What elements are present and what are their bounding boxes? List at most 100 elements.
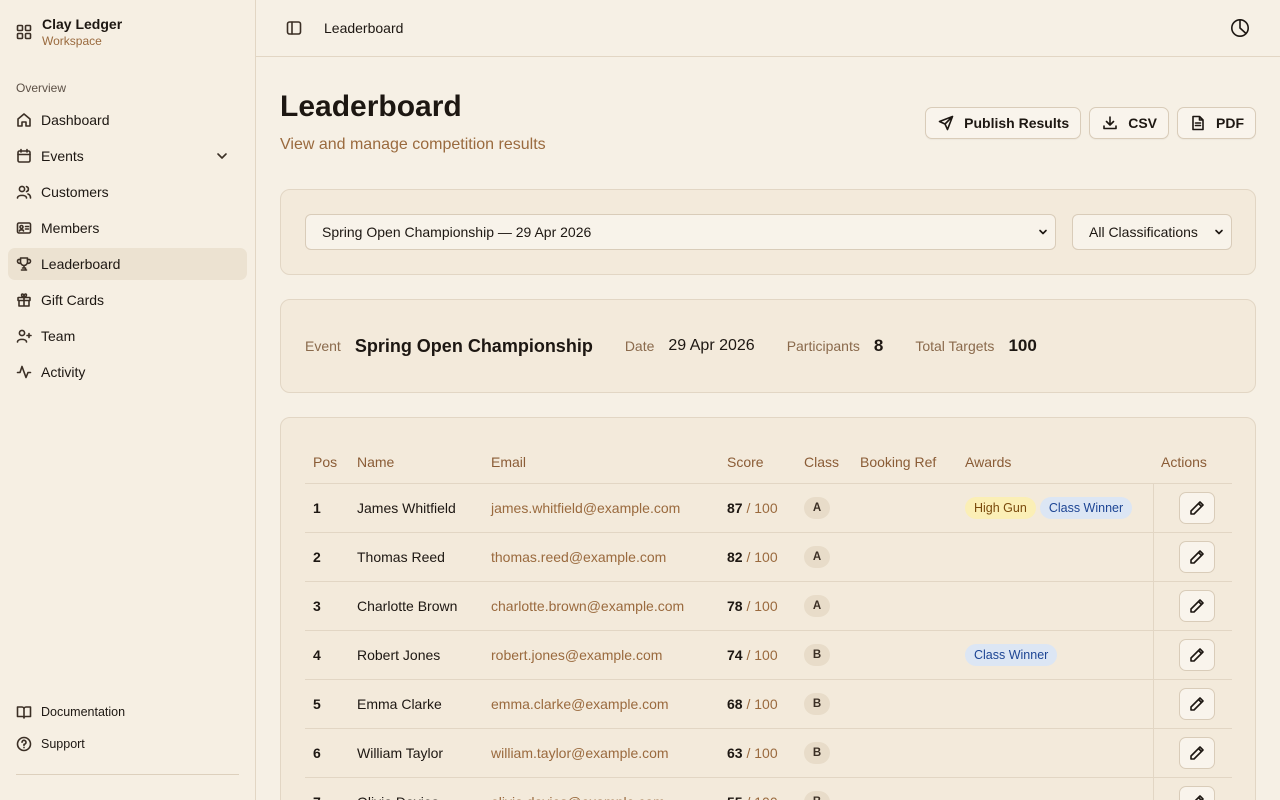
score-value: 82 [727, 548, 743, 565]
table-row[interactable]: 7Olivia Daviesolivia.davies@example.com5… [305, 776, 1232, 800]
id-card-icon [16, 220, 32, 236]
sidebar-item-gift-cards[interactable]: Gift Cards [8, 284, 247, 316]
edit-result-button[interactable] [1178, 785, 1215, 800]
actions-cell [1152, 580, 1232, 630]
publish-results-button[interactable]: Publish Results [925, 107, 1082, 139]
workspace-name: Workspace [42, 34, 102, 48]
event-date: 29 Apr 2026 [668, 337, 755, 354]
position-cell: 7 [305, 776, 349, 800]
activity-icon [16, 364, 32, 380]
awards-cell [957, 678, 1153, 728]
column-header-pos[interactable]: Pos [305, 442, 349, 483]
total-targets-label: Total Targets [915, 338, 995, 354]
sidebar-nav: Dashboard Events Customers Members Leade… [8, 104, 247, 392]
column-header-awards[interactable]: Awards [957, 442, 1153, 483]
score-suffix: / 100 [746, 794, 777, 800]
app-name: Clay Ledger [42, 16, 123, 32]
sidebar-item-label: Gift Cards [41, 292, 105, 308]
class-cell: B [796, 629, 852, 679]
score-value: 78 [727, 597, 743, 614]
theme-toggle-icon[interactable] [1230, 18, 1250, 38]
participants-label: Participants [786, 338, 860, 354]
pdf-export-label: PDF [1216, 115, 1244, 131]
trophy-icon [16, 256, 32, 272]
nav-section-label: Overview [16, 81, 67, 95]
brand[interactable]: Clay Ledger Workspace [16, 15, 122, 50]
pencil-icon [1189, 696, 1205, 712]
class-badge: A [804, 496, 830, 519]
awards-cell: High Gun Class Winner [957, 482, 1153, 532]
position-cell: 5 [305, 678, 349, 728]
table-row[interactable]: 6 William Taylor william.taylor@example.co… [305, 727, 1232, 777]
score-suffix: / 100 [746, 597, 778, 614]
sidebar-toggle-icon[interactable] [286, 20, 302, 36]
score-cell: 63 / 100 [719, 727, 796, 777]
sidebar-item-team[interactable]: Team [8, 320, 247, 352]
chevron-down-icon[interactable] [214, 148, 230, 164]
score-cell: 78 / 100 [719, 580, 796, 630]
table-row[interactable]: 1 James Whitfield james.whitfield@example.… [305, 482, 1232, 532]
event-select-value: Spring Open Championship — 29 Apr 2026 [322, 224, 592, 240]
event-select[interactable]: Spring Open Championship — 29 Apr 2026 [305, 214, 1056, 250]
sidebar-item-label: Members [41, 220, 100, 236]
score-suffix: / 100 [746, 499, 778, 516]
table-body: 1 James Whitfield james.whitfield@example.… [305, 482, 1232, 800]
sidebar-item-activity[interactable]: Activity [8, 356, 247, 388]
page-title: Leaderboard [280, 90, 462, 123]
edit-result-button[interactable] [1178, 638, 1215, 671]
table-row[interactable]: 3 Charlotte Brown charlotte.brown@example.… [305, 580, 1232, 630]
column-header-score[interactable]: Score [719, 442, 796, 483]
sidebar-divider [16, 774, 239, 775]
sidebar-item-events[interactable]: Events [8, 140, 247, 172]
column-header-class[interactable]: Class [796, 442, 852, 483]
actions-cell [1152, 629, 1232, 679]
book-icon [16, 704, 32, 720]
actions-cell [1152, 531, 1232, 581]
score-suffix: / 100 [746, 695, 778, 712]
sidebar-item-support[interactable]: Support [8, 730, 247, 758]
table-row[interactable]: 4 Robert Jones robert.jones@example.com 74 … [305, 629, 1232, 679]
edit-result-button[interactable] [1178, 687, 1215, 720]
classification-select[interactable]: All Classifications [1072, 214, 1232, 250]
sidebar-item-customers[interactable]: Customers [8, 176, 247, 208]
award-badge: Class Winner [965, 643, 1058, 666]
column-header-name[interactable]: Name [349, 442, 483, 483]
column-header-actions: Actions [1161, 454, 1207, 471]
csv-export-button[interactable]: CSV [1089, 107, 1169, 139]
position-cell: 2 [305, 531, 349, 581]
event-name: Spring Open Championship [354, 335, 593, 356]
email-cell: charlotte.brown@example.com [483, 580, 719, 630]
pdf-export-button[interactable]: PDF [1177, 107, 1256, 139]
download-icon [1102, 115, 1118, 131]
sidebar-item-label: Events [41, 148, 84, 164]
sidebar-item-members[interactable]: Members [8, 212, 247, 244]
edit-result-button[interactable] [1178, 589, 1215, 622]
awards-cell [957, 580, 1153, 630]
sidebar-item-leaderboard[interactable]: Leaderboard [8, 248, 247, 280]
classification-select-value: All Classifications [1089, 224, 1198, 240]
position-cell: 4 [305, 629, 349, 679]
user-plus-icon [16, 328, 32, 344]
sidebar-item-dashboard[interactable]: Dashboard [8, 104, 247, 136]
total-targets-count: 100 [1008, 336, 1037, 355]
topbar-title: Leaderboard [324, 20, 404, 36]
class-cell: A [796, 531, 852, 581]
column-header-booking-ref[interactable]: Booking Ref [852, 442, 957, 483]
actions-cell [1152, 776, 1232, 800]
sidebar-item-documentation[interactable]: Documentation [8, 698, 247, 726]
column-header-email[interactable]: Email [483, 442, 719, 483]
chevron-down-icon [1213, 226, 1225, 238]
edit-result-button[interactable] [1178, 540, 1215, 573]
table-row[interactable]: 2 Thomas Reed thomas.reed@example.com 82 / … [305, 531, 1232, 581]
class-badge: B [804, 790, 830, 800]
position-cell: 3 [305, 580, 349, 630]
table-header-row: Pos Name Email Score Class Booking Ref A… [305, 442, 1232, 483]
edit-result-button[interactable] [1178, 491, 1215, 524]
topbar: Leaderboard [256, 0, 1280, 57]
score-cell: 68 / 100 [719, 678, 796, 728]
award-badge: High Gun [965, 496, 1036, 519]
table-row[interactable]: 5 Emma Clarke emma.clarke@example.com 68 / … [305, 678, 1232, 728]
booking-ref-cell [852, 580, 957, 630]
leaderboard-table-card: Pos Name Email Score Class Booking Ref A… [280, 417, 1256, 800]
edit-result-button[interactable] [1178, 736, 1215, 769]
